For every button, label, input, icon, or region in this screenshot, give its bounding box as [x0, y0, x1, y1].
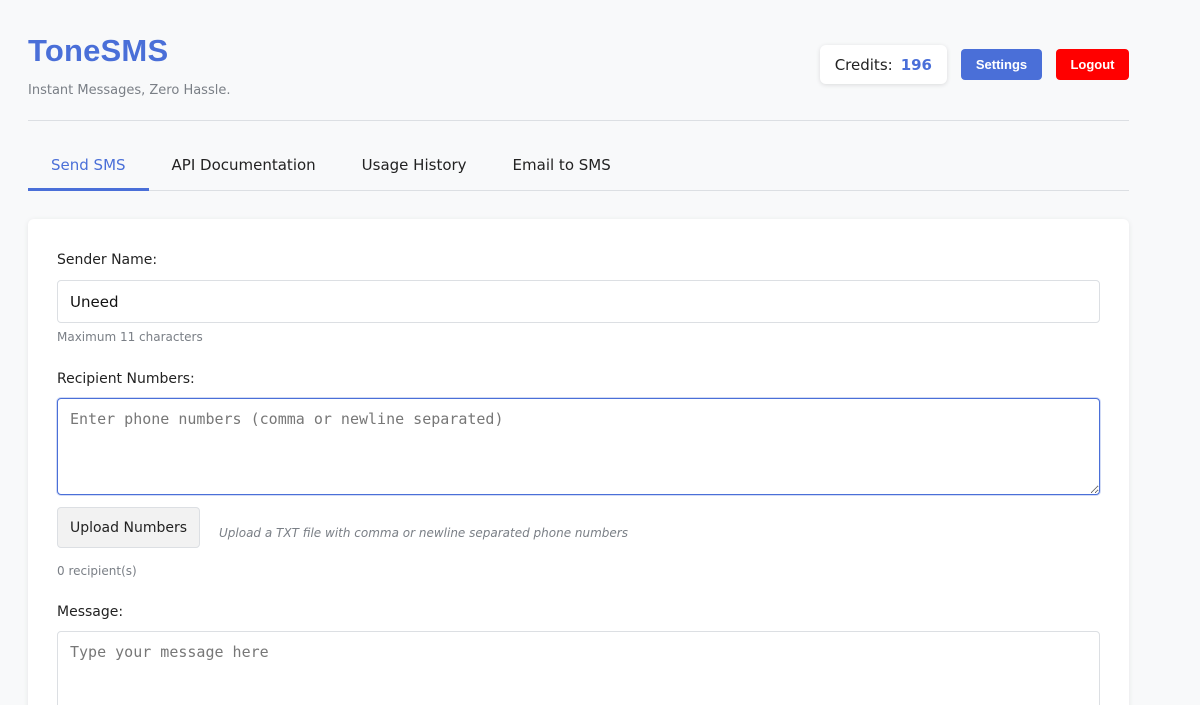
recipient-count: 0 recipient(s): [57, 564, 137, 578]
settings-button[interactable]: Settings: [961, 49, 1042, 80]
credits-value: 196: [900, 55, 932, 74]
sender-name-input[interactable]: [57, 280, 1100, 323]
tab-api-documentation[interactable]: API Documentation: [149, 121, 339, 190]
tab-usage-history[interactable]: Usage History: [339, 121, 490, 190]
recipient-numbers-input[interactable]: [57, 398, 1100, 495]
credits-label: Credits:: [834, 55, 893, 74]
logout-button[interactable]: Logout: [1056, 49, 1129, 80]
upload-hint: Upload a TXT file with comma or newline …: [219, 526, 628, 540]
header-actions: Credits: 196 Settings Logout: [819, 45, 1129, 84]
sender-name-label: Sender Name:: [57, 252, 158, 268]
brand-title: ToneSMS: [28, 33, 169, 68]
recipient-numbers-label: Recipient Numbers:: [57, 371, 195, 387]
upload-numbers-button[interactable]: Upload Numbers: [57, 507, 200, 548]
app-header: ToneSMS Instant Messages, Zero Hassle. C…: [28, 0, 1129, 121]
app-container: ToneSMS Instant Messages, Zero Hassle. C…: [28, 0, 1129, 705]
brand-tagline: Instant Messages, Zero Hassle.: [28, 83, 231, 98]
message-label: Message:: [57, 604, 124, 620]
tab-send-sms[interactable]: Send SMS: [28, 121, 149, 191]
credits-badge: Credits: 196: [819, 45, 947, 84]
send-sms-card: Sender Name: Maximum 11 characters Recip…: [28, 219, 1129, 705]
sender-name-hint: Maximum 11 characters: [57, 330, 203, 344]
tab-bar: Send SMS API Documentation Usage History…: [28, 121, 1129, 191]
tab-email-to-sms[interactable]: Email to SMS: [490, 121, 634, 190]
message-input[interactable]: [57, 631, 1100, 705]
